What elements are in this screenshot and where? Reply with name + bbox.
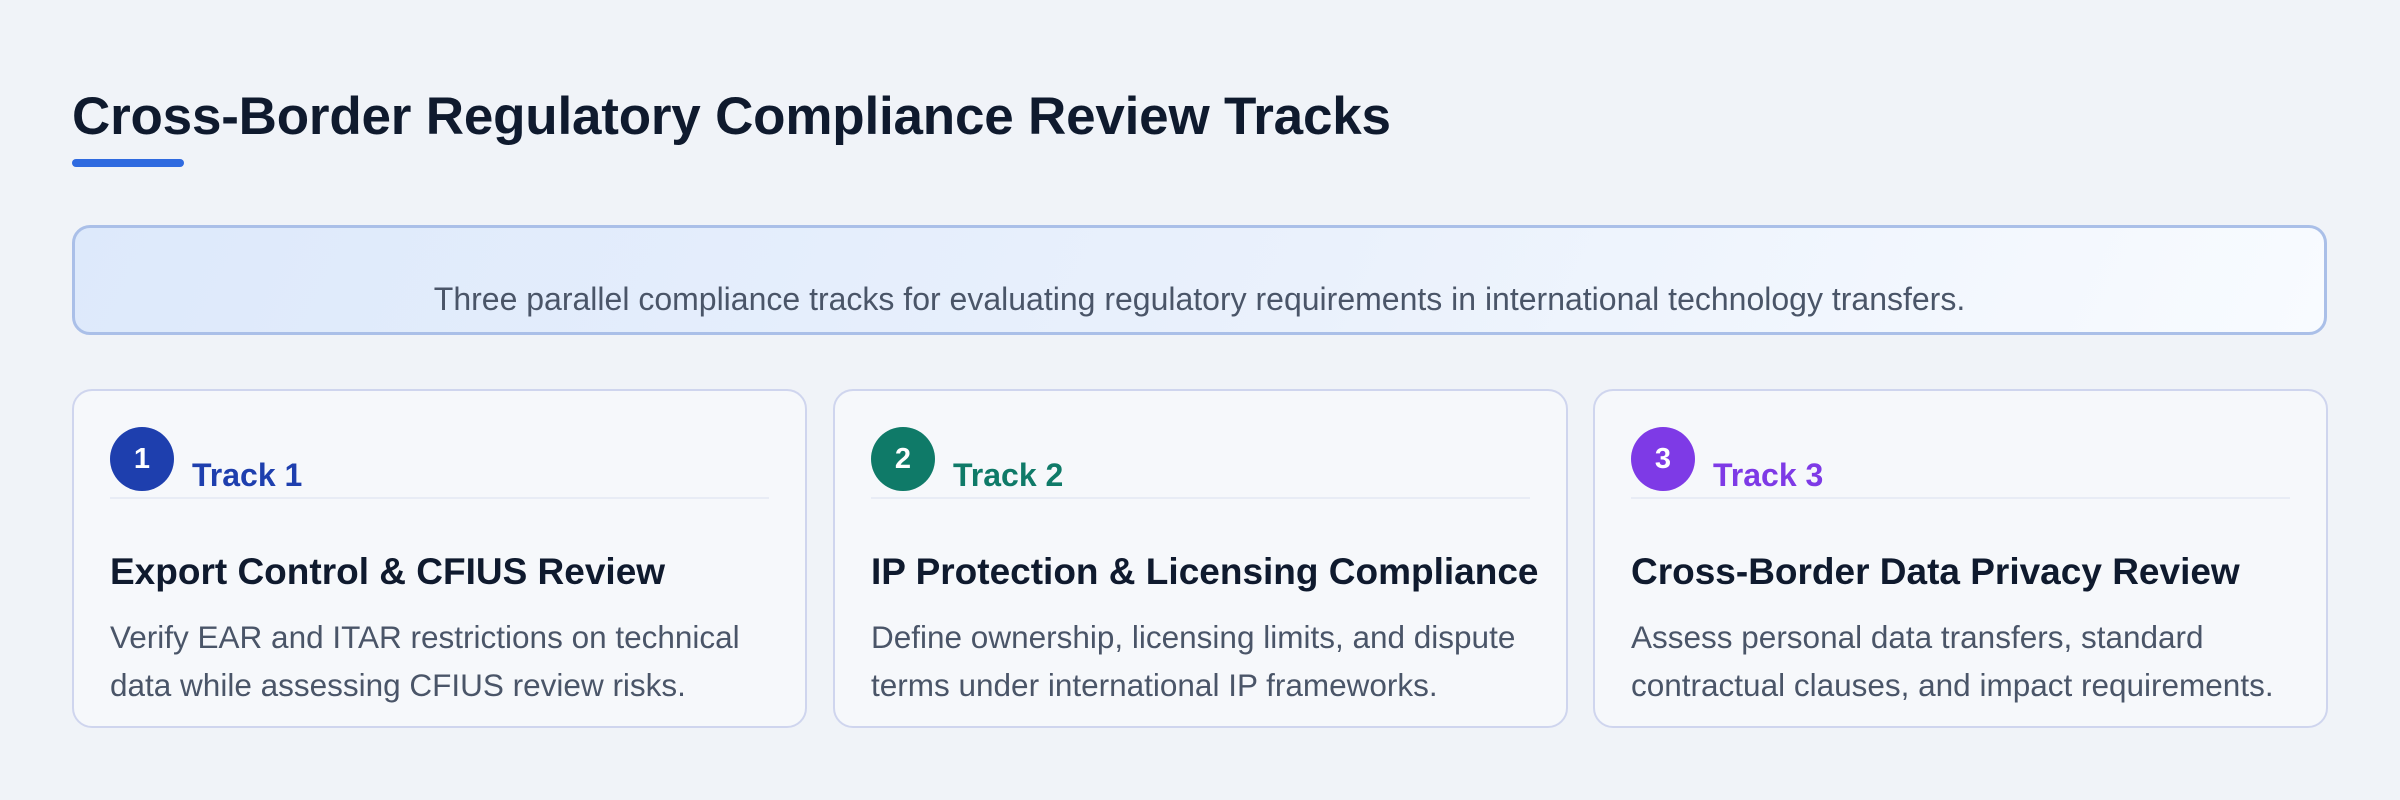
track-label: Track 3 — [1713, 457, 1824, 493]
track-number-badge: 3 — [1631, 427, 1695, 491]
track-title: IP Protection & Licensing Compliance — [871, 551, 1539, 592]
track-number-badge: 1 — [110, 427, 174, 491]
track-card-header: 1 Track 1 — [110, 427, 769, 499]
track-card-3: 3 Track 3 Cross-Border Data Privacy Revi… — [1593, 389, 2328, 728]
track-number-badge: 2 — [871, 427, 935, 491]
track-card-header: 2 Track 2 — [871, 427, 1530, 499]
track-card-2: 2 Track 2 IP Protection & Licensing Comp… — [833, 389, 1568, 728]
track-label: Track 1 — [192, 457, 303, 493]
track-title: Cross-Border Data Privacy Review — [1631, 551, 2240, 592]
track-title: Export Control & CFIUS Review — [110, 551, 666, 592]
intro-box: Three parallel compliance tracks for eva… — [72, 225, 2327, 335]
track-description: Verify EAR and ITAR restrictions on tech… — [110, 619, 740, 703]
page-title: Cross-Border Regulatory Compliance Revie… — [72, 87, 1391, 146]
track-description: Define ownership, licensing limits, and … — [871, 619, 1516, 703]
track-label: Track 2 — [953, 457, 1064, 493]
track-card-1: 1 Track 1 Export Control & CFIUS Review … — [72, 389, 807, 728]
track-description: Assess personal data transfers, standard… — [1631, 619, 2274, 703]
track-card-header: 3 Track 3 — [1631, 427, 2290, 499]
title-underline — [72, 159, 184, 167]
intro-text: Three parallel compliance tracks for eva… — [433, 281, 1966, 317]
